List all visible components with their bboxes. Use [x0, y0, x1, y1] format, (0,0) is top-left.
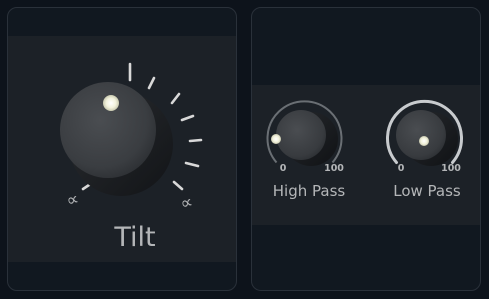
tilt-panel: ∝ ∝ Tilt: [7, 7, 237, 291]
low-pass-indicator-dot: [419, 136, 429, 146]
tilt-tick: [188, 138, 203, 143]
tilt-tick: [170, 92, 181, 105]
high-pass-label: High Pass: [273, 182, 346, 200]
tilt-right-symbol: ∝: [178, 192, 195, 214]
tilt-label: Tilt: [113, 222, 155, 253]
tilt-knob-graphic: ∝ ∝ Tilt: [60, 62, 203, 253]
tilt-knob[interactable]: [60, 82, 173, 196]
tilt-tick: [184, 161, 200, 168]
filter-knobs-graphic: 0 100 High Pass 0 100 Low Pass: [266, 99, 463, 200]
low-pass-label: Low Pass: [393, 182, 461, 200]
high-pass-control: 0 100 High Pass: [266, 100, 346, 200]
high-pass-indicator-dot: [271, 134, 281, 144]
high-pass-max-label: 100: [324, 163, 344, 174]
tilt-left-symbol: ∝: [64, 189, 81, 211]
low-pass-max-label: 100: [441, 163, 461, 174]
low-pass-min-label: 0: [398, 163, 405, 174]
high-pass-min-label: 0: [280, 163, 287, 174]
filter-panel: 0 100 High Pass 0 100 Low Pass: [251, 7, 481, 291]
high-pass-knob[interactable]: [271, 110, 338, 166]
low-pass-control: 0 100 Low Pass: [386, 99, 463, 200]
tilt-tick: [180, 114, 195, 122]
tilt-indicator-dot: [103, 95, 119, 111]
tilt-tick: [147, 76, 156, 90]
tilt-tick: [172, 180, 184, 191]
low-pass-knob[interactable]: [396, 110, 458, 166]
